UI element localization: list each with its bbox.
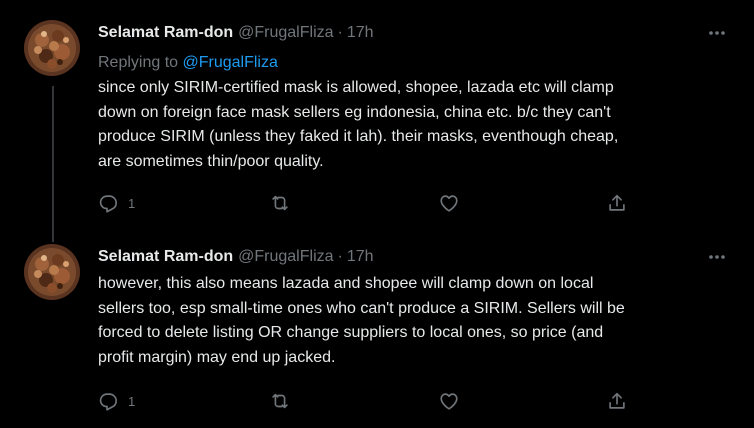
replying-to-line: Replying to @FrugalFliza [98,52,278,74]
tweet-actions: 1 [96,190,636,216]
retweet-icon [272,393,288,409]
share-button[interactable] [606,388,628,414]
share-icon [609,194,625,211]
more-dots-icon [709,255,725,259]
tweet-text: since only SIRIM-certified mask is allow… [98,79,619,170]
replying-to-label: Replying to [98,54,179,71]
replying-to-mention[interactable]: @FrugalFliza [183,54,278,71]
reply-count: 1 [128,195,136,211]
share-button[interactable] [606,190,628,216]
share-icon [609,392,625,409]
reply-count: 1 [128,393,136,409]
separator-dot: · [337,248,343,265]
retweet-button[interactable] [268,190,292,216]
reply-icon [99,393,117,411]
like-button[interactable] [438,190,460,216]
more-dots-icon [709,31,725,35]
retweet-button[interactable] [268,388,292,414]
display-name[interactable]: Selamat Ram-don [98,24,233,41]
more-options-button[interactable] [706,22,728,44]
food-photo-avatar-image [24,244,80,300]
like-icon [440,195,458,212]
tweet-text: however, this also means lazada and shop… [98,275,625,366]
user-handle[interactable]: @FrugalFliza [238,248,333,265]
like-button[interactable] [438,388,460,414]
retweet-icon [272,195,288,211]
avatar[interactable] [24,20,80,76]
timestamp[interactable]: 17h [347,248,374,265]
food-photo-avatar-image [24,20,80,76]
reply-button[interactable]: 1 [96,190,135,216]
more-options-button[interactable] [706,246,728,268]
separator-dot: · [337,24,343,41]
thread-connector-line [52,86,54,242]
tweet[interactable]: Selamat Ram-don @FrugalFliza · 17h however,… [0,228,754,428]
display-name[interactable]: Selamat Ram-don [98,248,233,265]
tweet-header: Selamat Ram-don @FrugalFliza · 17h [98,22,694,44]
tweet[interactable]: Selamat Ram-don @FrugalFliza · 17h Replying… [0,0,754,242]
tweet-actions: 1 [96,388,636,414]
reply-icon [99,195,117,213]
tweet-header: Selamat Ram-don @FrugalFliza · 17h [98,246,694,268]
avatar[interactable] [24,244,80,300]
reply-button[interactable]: 1 [96,388,135,414]
timestamp[interactable]: 17h [347,24,374,41]
like-icon [440,393,458,410]
user-handle[interactable]: @FrugalFliza [238,24,333,41]
